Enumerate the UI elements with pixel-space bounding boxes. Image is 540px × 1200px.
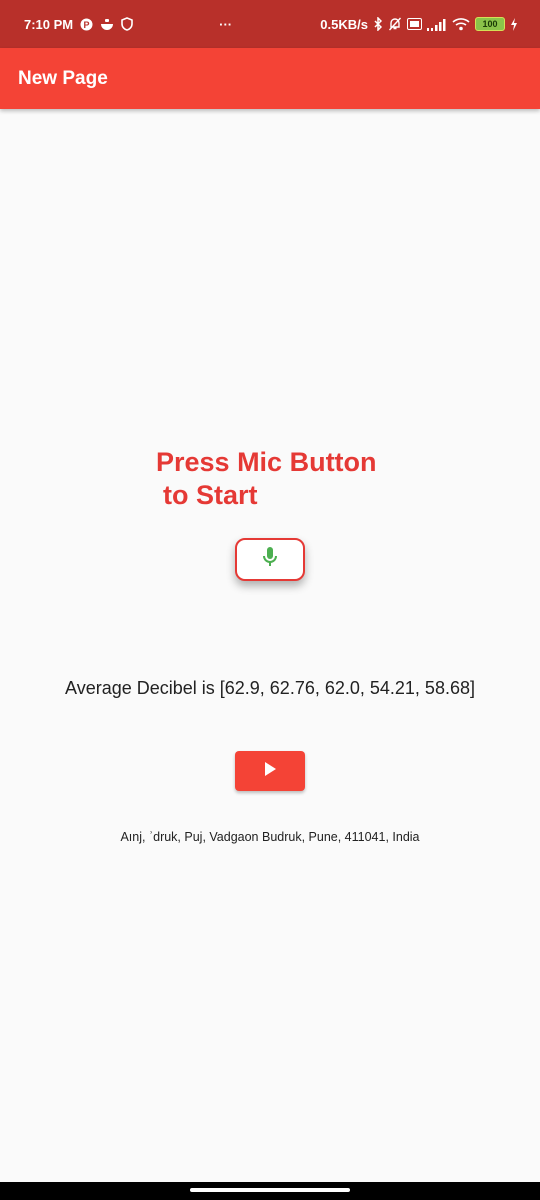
signal-icon — [427, 17, 447, 31]
prompt-line-2: to Start — [163, 480, 258, 510]
status-left: 7:10 PM P ··· — [24, 17, 232, 32]
status-bar: 7:10 PM P ··· 0.5KB/s 100 — [0, 0, 540, 48]
bell-off-icon — [388, 17, 402, 31]
p-badge-icon: P — [80, 17, 93, 31]
bluetooth-icon — [373, 17, 383, 31]
status-time: 7:10 PM — [24, 16, 74, 32]
wifi-icon — [452, 17, 470, 31]
bowl-icon — [100, 17, 114, 31]
prompt-line-1: Press Mic Button — [156, 447, 377, 477]
status-right: 0.5KB/s 100 — [320, 17, 518, 32]
svg-text:P: P — [84, 20, 90, 30]
app-bar-title: New Page — [18, 67, 108, 89]
shield-icon — [121, 17, 133, 31]
battery-icon: 100 — [475, 17, 505, 31]
location-address: Aınj, ʾdruk, Puj, Vadgaon Budruk, Pune, … — [120, 830, 420, 844]
status-overflow: ··· — [219, 16, 233, 32]
start-prompt: Press Mic Button to Start — [156, 446, 416, 512]
network-speed: 0.5KB/s — [320, 16, 368, 32]
volte-icon — [407, 17, 422, 31]
mic-button[interactable] — [235, 538, 305, 581]
mic-icon — [261, 546, 279, 573]
play-button[interactable] — [235, 751, 305, 791]
play-icon — [263, 761, 277, 782]
average-decibel-text: Average Decibel is [62.9, 62.76, 62.0, 5… — [65, 678, 475, 698]
home-gesture-handle[interactable] — [190, 1188, 350, 1192]
charging-icon — [510, 17, 518, 31]
navigation-bar — [0, 1182, 540, 1200]
app-bar: New Page — [0, 48, 540, 109]
